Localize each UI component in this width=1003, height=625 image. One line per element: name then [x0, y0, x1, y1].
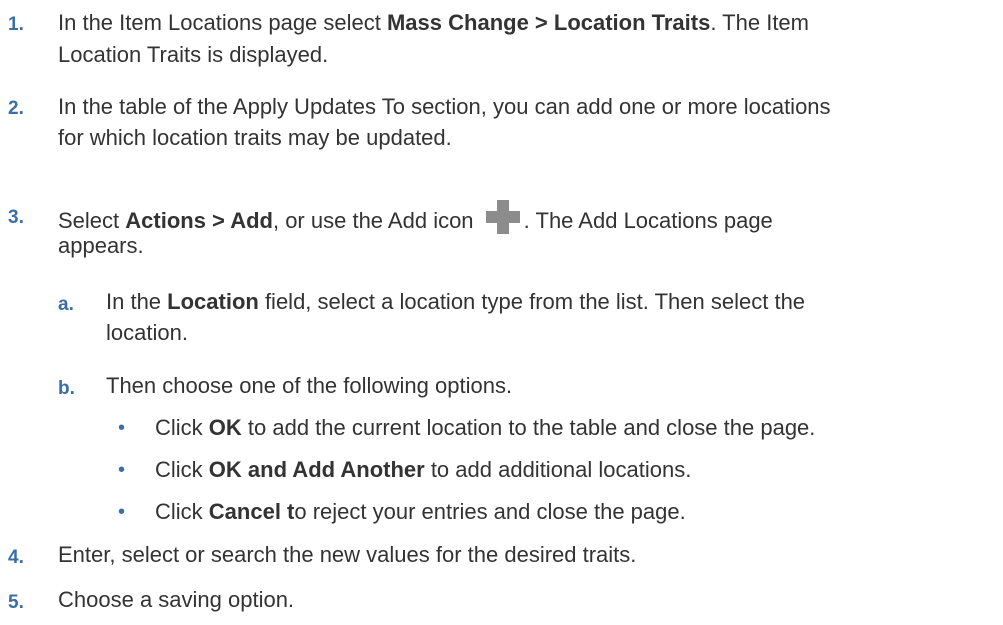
substep-text-line: Then choose one of the following options…	[106, 373, 513, 398]
step-text-line: Location Traits is displayed.	[58, 42, 329, 67]
field-name: Location	[167, 289, 259, 314]
bullet-text: Click Cancel to reject your entries and …	[155, 497, 686, 526]
bullet-icon: •	[118, 501, 126, 523]
substep-text-line: location.	[106, 320, 188, 345]
step-text: field, select a location type from the l…	[258, 289, 806, 314]
step-text: Click	[155, 415, 209, 440]
add-icon	[485, 200, 520, 234]
step-number: 3.	[8, 207, 24, 228]
step-text-line: Select Actions > Add, or use the Add ico…	[58, 200, 773, 235]
step-text: . The Add Locations page	[523, 208, 773, 233]
bullet-icon: •	[118, 459, 126, 481]
step-text: to add the current location to the table…	[241, 415, 816, 440]
step-text: , or use the Add icon	[272, 208, 480, 233]
step-text: Select	[58, 208, 126, 233]
step-number: 1.	[8, 14, 24, 35]
step-number: 5.	[8, 592, 24, 613]
bullet-text: Click OK to add the current location to …	[155, 413, 815, 442]
bullet-text: Click OK and Add Another to add addition…	[155, 455, 691, 484]
substep-letter: a.	[58, 294, 74, 315]
step-text-line: Enter, select or search the new values f…	[58, 542, 637, 567]
step-text: Click	[155, 499, 209, 524]
bullet-icon: •	[118, 417, 126, 439]
menu-path: Mass Change > Location Traits	[386, 10, 711, 35]
step-text-line: Choose a saving option.	[58, 587, 295, 612]
step-number: 2.	[8, 98, 24, 119]
step-text: o reject your entries and close the page…	[294, 499, 686, 524]
substep-letter: b.	[58, 378, 75, 399]
step-text: . The Item	[710, 10, 809, 35]
button-name: OK	[208, 415, 242, 440]
menu-path: Actions > Add	[125, 208, 273, 233]
step-text: In the Item Locations page select	[58, 10, 387, 35]
step-number: 4.	[8, 547, 24, 568]
step-text-line: In the Item Locations page select Mass C…	[58, 8, 809, 37]
button-name: OK and Add Another	[208, 457, 425, 482]
step-text-line: for which location traits may be updated…	[58, 125, 452, 150]
button-name: Cancel t	[208, 499, 295, 524]
step-text: to add additional locations.	[424, 457, 692, 482]
step-text-line: appears.	[58, 233, 144, 258]
step-text-line: In the table of the Apply Updates To sec…	[58, 94, 831, 119]
substep-text-line: In the Location field, select a location…	[106, 287, 805, 316]
step-text: In the	[106, 289, 168, 314]
step-text: Click	[155, 457, 209, 482]
